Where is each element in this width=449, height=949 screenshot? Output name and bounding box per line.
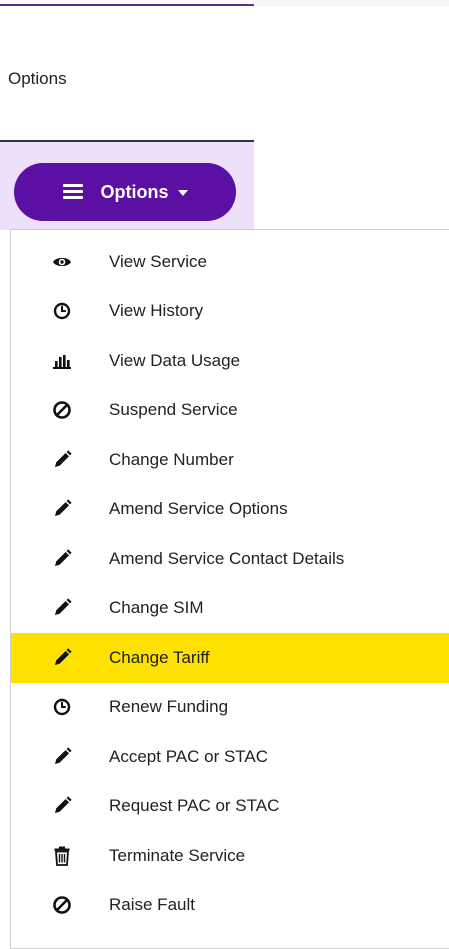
menu-item-label: Renew Funding [109, 697, 229, 717]
ban-icon [51, 399, 73, 421]
pencil-icon [51, 647, 73, 669]
pencil-icon [51, 548, 73, 570]
menu-item-label: Change SIM [109, 598, 204, 618]
options-dropdown-button[interactable]: Options [14, 163, 236, 221]
clock-icon [51, 300, 73, 322]
trash-icon [51, 845, 73, 867]
menu-item-renew-funding[interactable]: Renew Funding [11, 683, 449, 733]
menu-item-label: Terminate Service [109, 845, 246, 865]
menu-item-terminate-service[interactable]: Terminate Service [11, 831, 449, 881]
menu-item-label: Change Number [109, 449, 234, 469]
menu-item-label: Raise Fault [109, 895, 195, 915]
menu-item-suspend-service[interactable]: Suspend Service [11, 386, 449, 436]
menu-item-view-history[interactable]: View History [11, 287, 449, 337]
menu-item-change-tariff[interactable]: Change Tariff [11, 633, 449, 683]
options-button-label: Options [100, 181, 169, 202]
menu-item-label: View Data Usage [109, 350, 241, 370]
menu-item-accept-pac-or-stac[interactable]: Accept PAC or STAC [11, 732, 449, 782]
menu-item-label: Amend Service Contact Details [109, 548, 345, 568]
menu-item-amend-service-contact-details[interactable]: Amend Service Contact Details [11, 534, 449, 584]
menu-item-label: Accept PAC or STAC [109, 746, 269, 766]
menu-item-change-number[interactable]: Change Number [11, 435, 449, 485]
menu-list: View Service View History View Data Usag… [11, 237, 449, 930]
hamburger-icon [62, 184, 83, 200]
menu-item-raise-fault[interactable]: Raise Fault [11, 881, 449, 931]
pencil-icon [51, 449, 73, 471]
menu-item-amend-service-options[interactable]: Amend Service Options [11, 485, 449, 535]
bar-chart-icon [51, 350, 73, 372]
menu-item-label: Amend Service Options [109, 499, 288, 519]
pencil-icon [51, 498, 73, 520]
eye-icon [51, 251, 73, 273]
ban-icon [51, 894, 73, 916]
pencil-icon [51, 597, 73, 619]
menu-item-label: View Service [109, 251, 207, 271]
menu-item-label: Request PAC or STAC [109, 796, 280, 816]
menu-item-view-service[interactable]: View Service [11, 237, 449, 287]
clock-icon [51, 696, 73, 718]
menu-item-label: View History [109, 301, 204, 321]
top-strip [254, 0, 449, 6]
menu-item-view-data-usage[interactable]: View Data Usage [11, 336, 449, 386]
menu-item-request-pac-or-stac[interactable]: Request PAC or STAC [11, 782, 449, 832]
menu-item-label: Change Tariff [109, 647, 210, 667]
caret-down-icon [177, 190, 188, 196]
options-header: Options [0, 6, 254, 142]
options-heading: Options [8, 69, 67, 88]
pencil-icon [51, 795, 73, 817]
menu-item-change-sim[interactable]: Change SIM [11, 584, 449, 634]
menu-item-label: Suspend Service [109, 400, 238, 420]
options-dropdown-menu: View Service View History View Data Usag… [10, 229, 449, 949]
pencil-icon [51, 746, 73, 768]
